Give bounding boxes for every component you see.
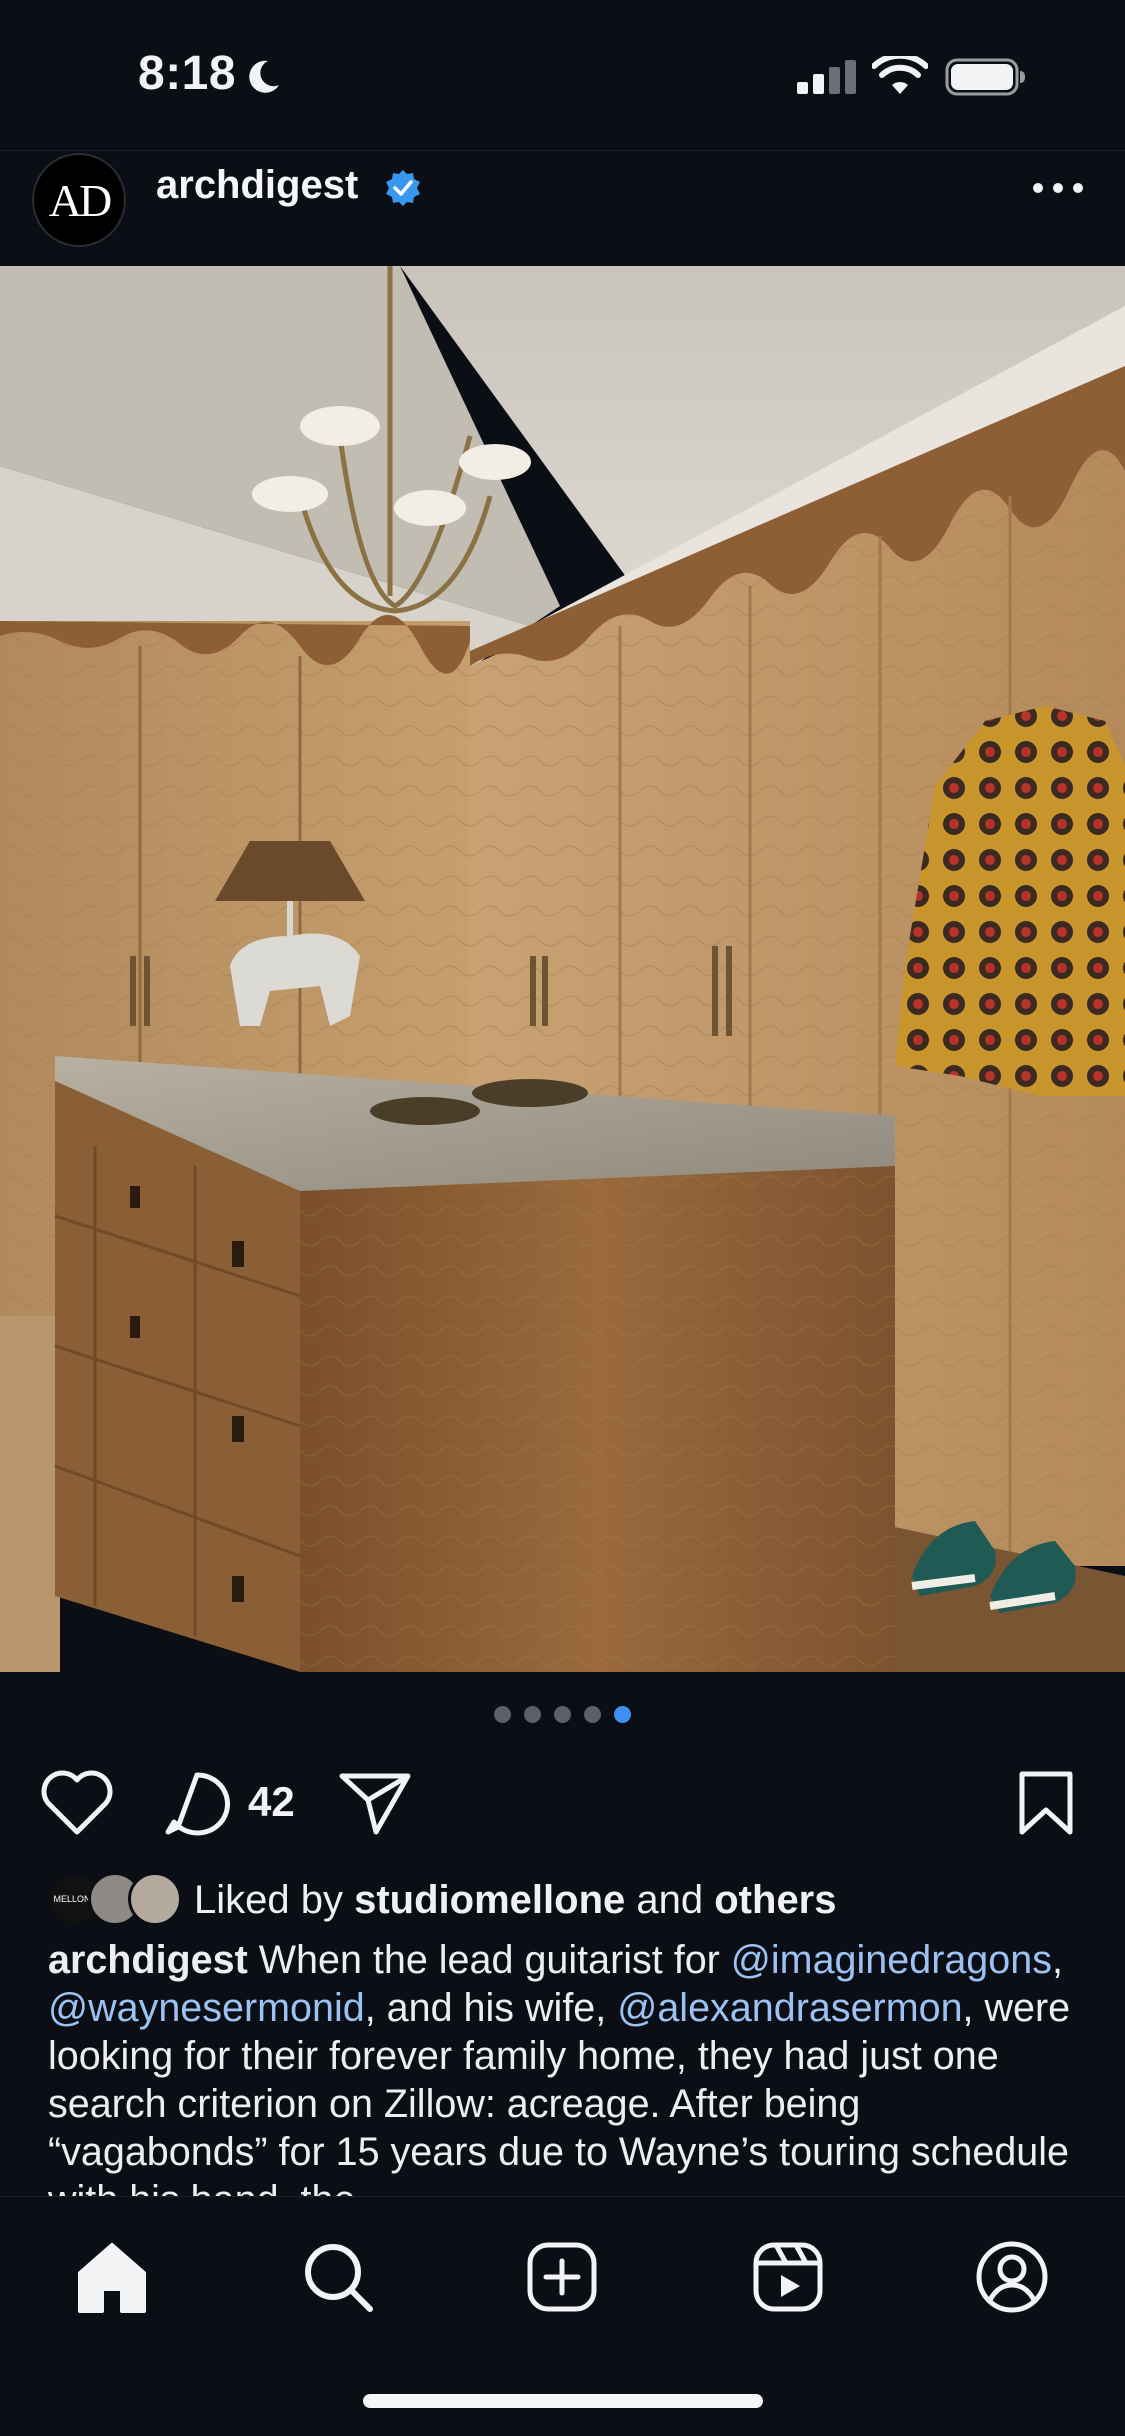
liked-by-user[interactable]: studiomellone xyxy=(354,1878,625,1922)
liked-by-joiner: and xyxy=(636,1878,704,1922)
post-header: AD archdigest xyxy=(0,150,1125,266)
carousel-indicator xyxy=(0,1706,1125,1728)
caption-username[interactable]: archdigest xyxy=(48,1938,248,1982)
post-username[interactable]: archdigest xyxy=(156,163,358,208)
post-caption[interactable]: archdigest When the lead guitarist for @… xyxy=(48,1936,1088,2198)
avatar-text: AD xyxy=(48,174,112,226)
share-icon[interactable] xyxy=(338,1770,412,1836)
carousel-dot-active xyxy=(614,1706,631,1723)
profile-icon[interactable] xyxy=(972,2237,1052,2317)
caption-text: , and his wife, xyxy=(364,1986,618,2030)
account-avatar[interactable]: AD xyxy=(32,153,126,247)
reels-icon[interactable] xyxy=(748,2237,828,2317)
moon-icon xyxy=(249,60,279,93)
comment-count: 42 xyxy=(248,1778,295,1825)
wifi-icon xyxy=(872,56,928,94)
bookmark-icon[interactable] xyxy=(1016,1770,1076,1836)
liked-by-others[interactable]: others xyxy=(714,1878,836,1922)
closet-photo xyxy=(0,266,1125,1672)
caption-mention[interactable]: @alexandrasermon xyxy=(617,1986,962,2030)
liked-by-row[interactable]: MELLONE Liked by studiomellone and other… xyxy=(48,1872,1088,1928)
battery-icon xyxy=(945,58,1025,96)
carousel-dot xyxy=(584,1706,601,1723)
post-image[interactable] xyxy=(0,266,1125,1672)
create-icon[interactable] xyxy=(522,2237,602,2317)
carousel-dot xyxy=(494,1706,511,1723)
caption-text: , xyxy=(1051,1938,1063,1982)
caption-text: When the lead guitarist for xyxy=(247,1938,731,1982)
post-actions: 42 xyxy=(0,1760,1125,1840)
status-bar: 8:18 xyxy=(0,0,1125,150)
caption-mention[interactable]: @waynesermonid xyxy=(48,1986,365,2030)
liked-by-text: Liked by studiomellone and others xyxy=(194,1878,837,1923)
more-horizontal-icon[interactable] xyxy=(1030,175,1086,201)
home-icon[interactable] xyxy=(72,2237,152,2317)
verified-badge-icon xyxy=(386,170,420,206)
liker-avatar xyxy=(128,1872,182,1926)
home-indicator[interactable] xyxy=(363,2394,763,2408)
heart-icon[interactable] xyxy=(40,1770,114,1836)
carousel-dot xyxy=(554,1706,571,1723)
search-icon[interactable] xyxy=(298,2237,378,2317)
carousel-dot xyxy=(524,1706,541,1723)
comment-icon[interactable] xyxy=(162,1770,232,1836)
status-time: 8:18 xyxy=(138,47,237,100)
liked-by-prefix: Liked by xyxy=(194,1878,343,1922)
caption-mention[interactable]: @imaginedragons xyxy=(731,1938,1052,1982)
cellular-signal-icon xyxy=(797,60,856,94)
